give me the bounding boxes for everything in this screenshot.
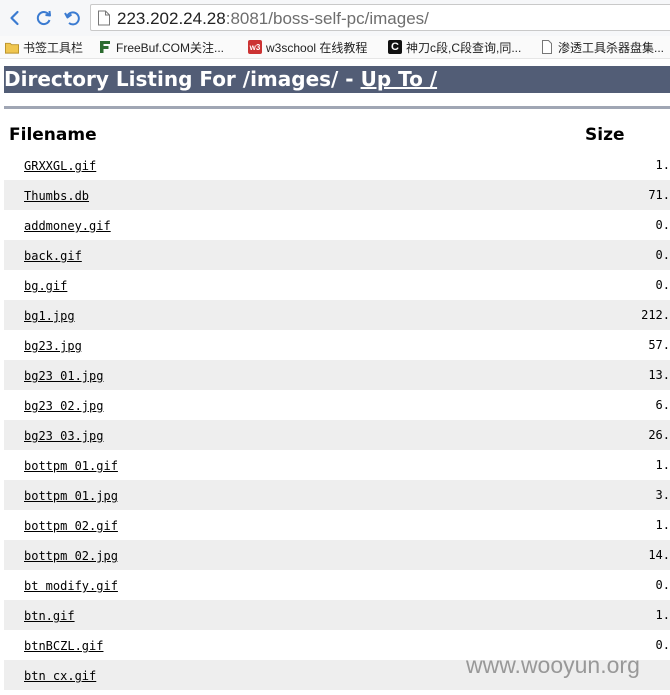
table-row: bg.gif 0. xyxy=(4,270,670,300)
size-column-header: Size xyxy=(585,125,625,145)
bookmark-label: w3school 在线教程 xyxy=(266,40,368,55)
file-link[interactable]: bottpm 02.jpg xyxy=(24,549,118,563)
back-button[interactable] xyxy=(4,7,26,29)
file-size: 26. xyxy=(648,428,670,442)
file-size: 57. xyxy=(648,338,670,352)
w3school-icon: w3 xyxy=(248,40,262,54)
file-size: 1. xyxy=(655,158,670,172)
file-link[interactable]: bg23 02.jpg xyxy=(24,399,103,413)
table-row: bottpm 01.jpg 3. xyxy=(4,480,670,510)
bookmarks-bar: 书签工具栏 FreeBuf.COM关注... w3 w3school 在线教程 … xyxy=(0,36,670,59)
back-arrow-icon xyxy=(10,10,19,26)
file-link[interactable]: bottpm 02.gif xyxy=(24,519,118,533)
file-size: 1. xyxy=(655,608,670,622)
bookmark-pentest-tools[interactable]: 渗透工具杀器盘集... xyxy=(540,38,664,56)
file-size: 13. xyxy=(648,368,670,382)
file-link[interactable]: bt modify.gif xyxy=(24,579,118,593)
browser-toolbar: 223.202.24.28:8081/boss-self-pc/images/ xyxy=(0,0,670,37)
table-row: GRXXGL.gif 1. xyxy=(4,150,670,180)
file-link[interactable]: bg23 01.jpg xyxy=(24,369,103,383)
up-to-root-link[interactable]: Up To / xyxy=(361,67,438,91)
file-link[interactable]: bottpm 01.jpg xyxy=(24,489,118,503)
table-row: Thumbs.db 71. xyxy=(4,180,670,210)
reload-icon xyxy=(36,10,51,26)
file-size: 6. xyxy=(655,398,670,412)
undo-button[interactable] xyxy=(61,7,83,29)
watermark: www.wooyun.org xyxy=(466,652,640,678)
file-size: 0. xyxy=(655,578,670,592)
table-row: addmoney.gif 0. xyxy=(4,210,670,240)
divider xyxy=(4,106,670,109)
file-link[interactable]: bg1.jpg xyxy=(24,309,75,323)
file-size: 71. xyxy=(648,188,670,202)
file-size: 1. xyxy=(655,518,670,532)
table-row: bg23 01.jpg 13. xyxy=(4,360,670,390)
bookmark-label: 神刀c段,C段查询,同... xyxy=(406,40,522,55)
table-row: bg23.jpg 57. xyxy=(4,330,670,360)
file-size: 0. xyxy=(655,278,670,292)
file-link[interactable]: addmoney.gif xyxy=(24,219,111,233)
file-link[interactable]: GRXXGL.gif xyxy=(24,159,96,173)
page-title-text: Directory Listing For /images/ - xyxy=(4,67,361,91)
bookmark-label: 书签工具栏 xyxy=(23,40,84,55)
bookmark-freebuf[interactable]: FreeBuf.COM关注... xyxy=(98,38,224,56)
table-row: bottpm 02.jpg 14. xyxy=(4,540,670,570)
page-icon xyxy=(98,10,110,26)
file-link[interactable]: back.gif xyxy=(24,249,82,263)
page-icon xyxy=(540,40,554,54)
folder-icon xyxy=(5,40,19,54)
table-row: bottpm 02.gif 1. xyxy=(4,510,670,540)
bookmark-w3school[interactable]: w3 w3school 在线教程 xyxy=(248,38,367,56)
file-link[interactable]: btn cx.gif xyxy=(24,669,96,683)
file-size: 14. xyxy=(648,548,670,562)
file-link[interactable]: btnBCZL.gif xyxy=(24,639,103,653)
page-title: Directory Listing For /images/ - Up To / xyxy=(4,66,670,93)
bookmark-folder[interactable]: 书签工具栏 xyxy=(5,38,83,56)
url-path: :8081/boss-self-pc/images/ xyxy=(225,9,429,28)
file-list: GRXXGL.gif 1. Thumbs.db 71. addmoney.gif 0. ba… xyxy=(4,150,670,690)
file-size: 1. xyxy=(655,458,670,472)
url-text: 223.202.24.28:8081/boss-self-pc/images/ xyxy=(117,9,429,29)
table-row: bg1.jpg 212. xyxy=(4,300,670,330)
file-link[interactable]: bottpm 01.gif xyxy=(24,459,118,473)
file-link[interactable]: bg.gif xyxy=(24,279,67,293)
bookmark-label: 渗透工具杀器盘集... xyxy=(558,40,665,55)
address-bar[interactable]: 223.202.24.28:8081/boss-self-pc/images/ xyxy=(90,4,670,31)
file-size: 3. xyxy=(655,488,670,502)
table-row: bt modify.gif 0. xyxy=(4,570,670,600)
file-link[interactable]: bg23.jpg xyxy=(24,339,82,353)
file-size: 0. xyxy=(655,638,670,652)
c-icon: C xyxy=(388,40,402,54)
table-row: btn.gif 1. xyxy=(4,600,670,630)
table-row: bg23 03.jpg 26. xyxy=(4,420,670,450)
bookmark-c-segment[interactable]: C 神刀c段,C段查询,同... xyxy=(388,38,521,56)
reload-button[interactable] xyxy=(33,7,55,29)
freebuf-icon xyxy=(98,40,112,54)
file-size: 0. xyxy=(655,218,670,232)
file-link[interactable]: btn.gif xyxy=(24,609,75,623)
bookmark-label: FreeBuf.COM关注... xyxy=(116,40,225,55)
file-link[interactable]: Thumbs.db xyxy=(24,189,89,203)
filename-column-header: Filename xyxy=(9,125,97,145)
file-link[interactable]: bg23 03.jpg xyxy=(24,429,103,443)
file-size: 212. xyxy=(641,308,670,322)
url-host: 223.202.24.28 xyxy=(117,9,226,28)
undo-arrow-icon xyxy=(64,11,80,26)
file-size: 0. xyxy=(655,248,670,262)
table-row: bottpm 01.gif 1. xyxy=(4,450,670,480)
table-row: back.gif 0. xyxy=(4,240,670,270)
table-row: bg23 02.jpg 6. xyxy=(4,390,670,420)
